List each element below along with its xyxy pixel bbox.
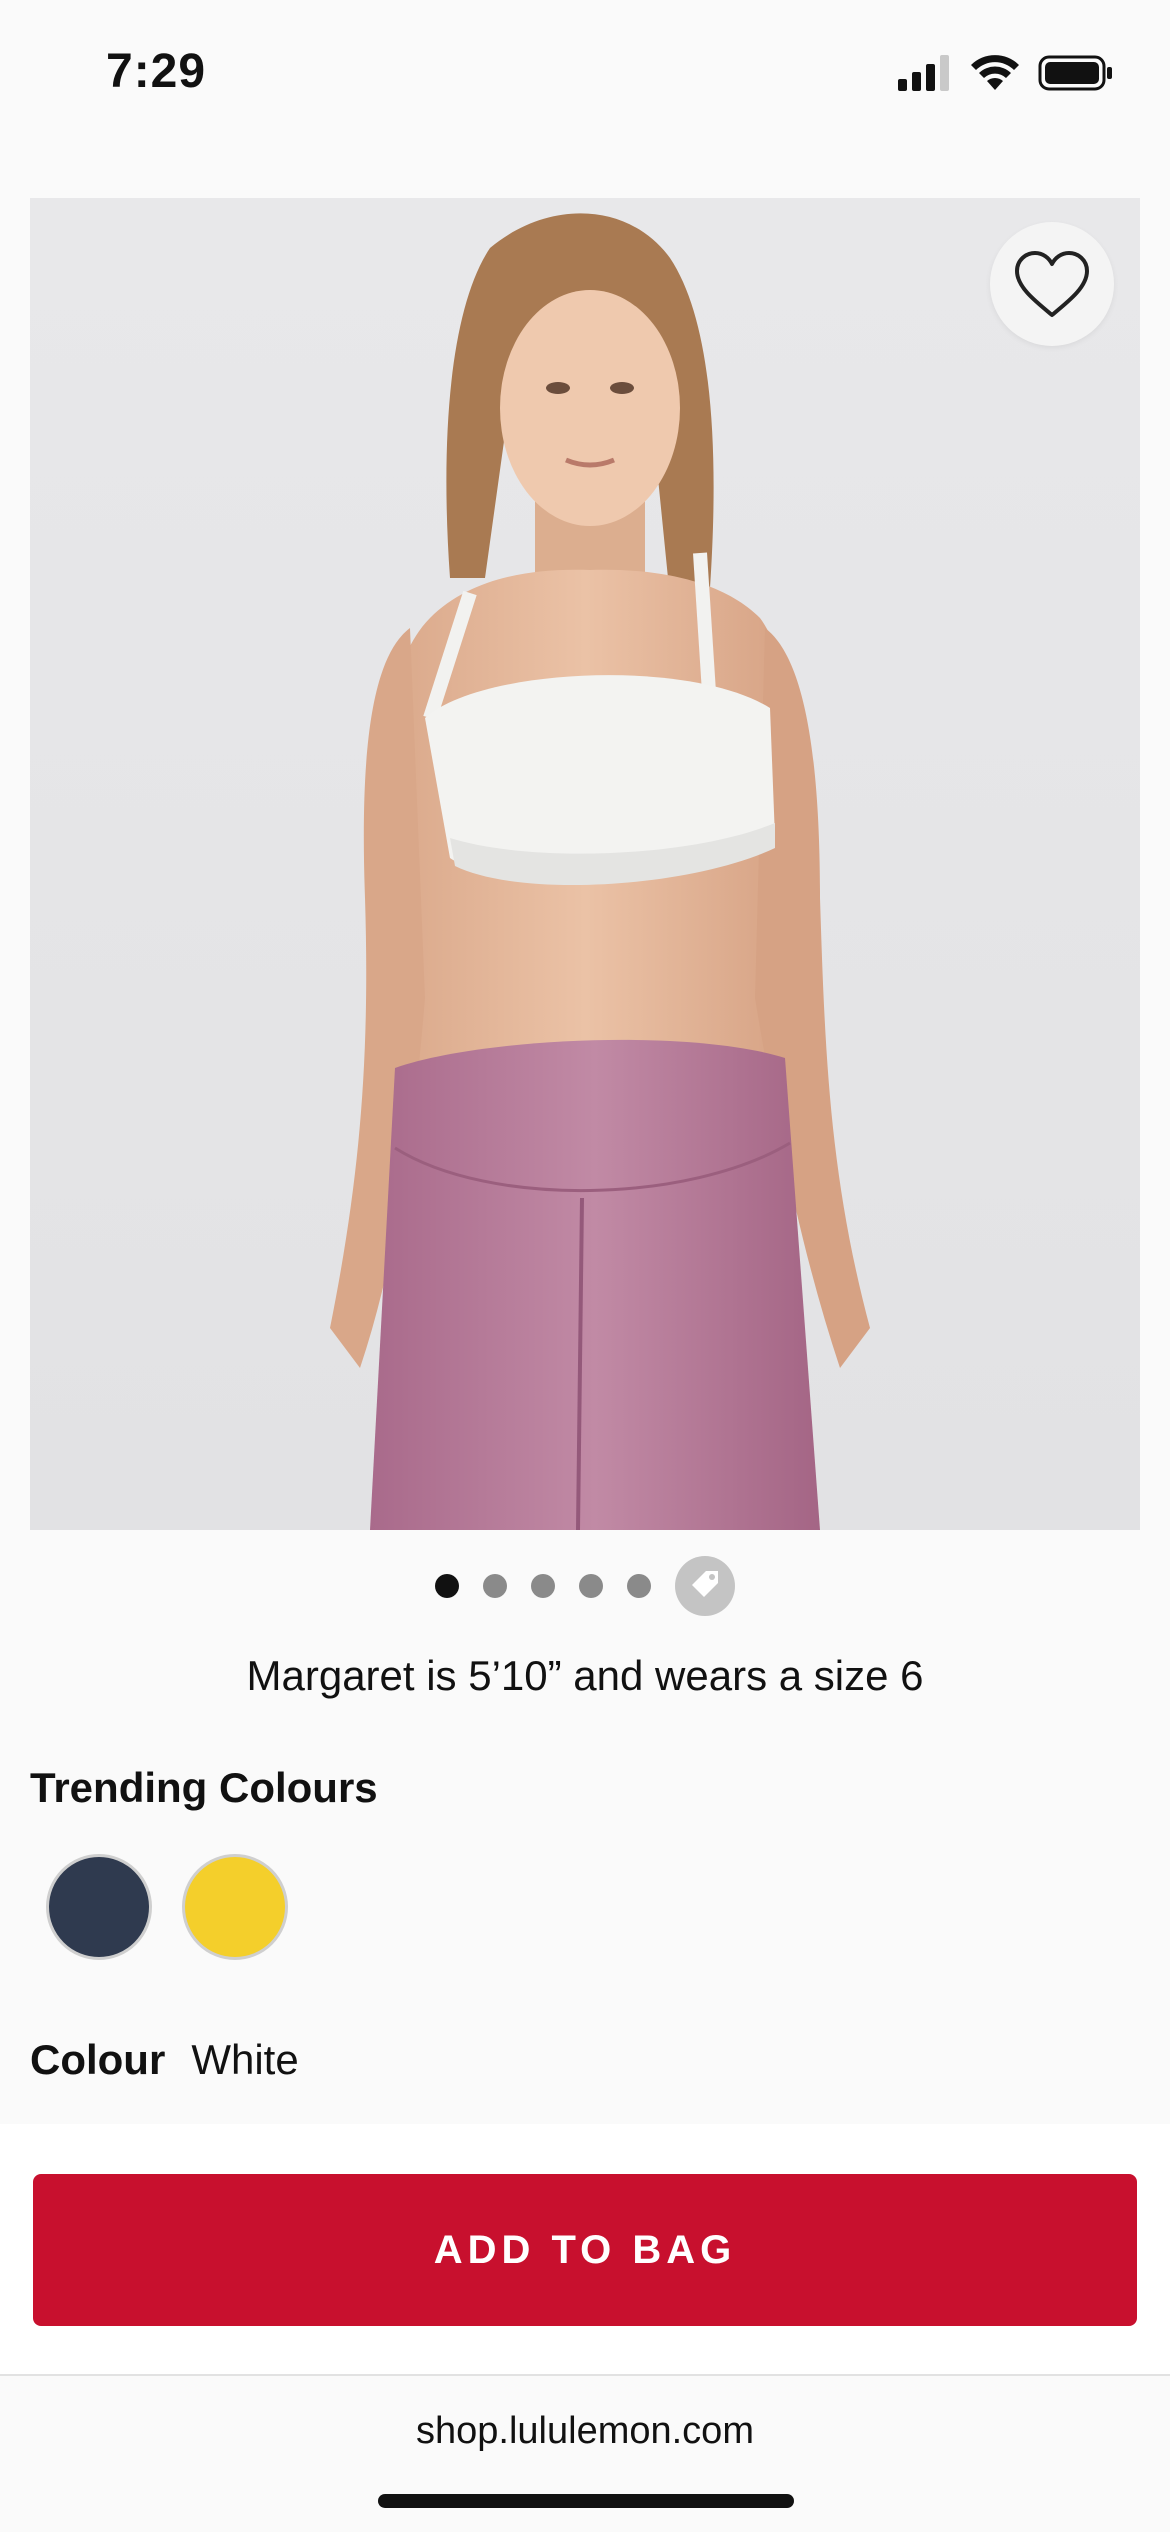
colour-swatch-yellow[interactable]: [182, 1854, 288, 1960]
colour-swatch-navy[interactable]: [46, 1854, 152, 1960]
home-indicator[interactable]: [378, 2494, 794, 2508]
url-address[interactable]: shop.lululemon.com: [0, 2410, 1170, 2453]
pager-dot[interactable]: [483, 1574, 507, 1598]
browser-bottom-bar: shop.lululemon.com: [0, 2376, 1170, 2532]
wifi-icon: [970, 54, 1020, 97]
trending-colours-title: Trending Colours: [30, 1764, 378, 1811]
pager-dot[interactable]: [531, 1574, 555, 1598]
pager-dot[interactable]: [627, 1574, 651, 1598]
trending-colour-swatches: [46, 1854, 288, 1960]
cellular-signal-icon: [898, 55, 952, 96]
model-info-text: Margaret is 5’10” and wears a size 6: [246, 1652, 924, 1699]
product-photo: [30, 198, 1140, 1530]
pager-tag-dot[interactable]: [675, 1556, 735, 1616]
heart-icon: [1013, 249, 1091, 319]
battery-icon: [1038, 54, 1114, 97]
pager-dot[interactable]: [435, 1574, 459, 1598]
colour-label: Colour: [30, 2036, 166, 2083]
colour-value: White: [191, 2036, 299, 2083]
wishlist-button[interactable]: [990, 222, 1114, 346]
purchase-panel: ADD TO BAG: [0, 2124, 1170, 2376]
status-time: 7:29: [106, 45, 207, 98]
status-bar: 7:29: [0, 0, 1170, 150]
price-tag-icon: [688, 1567, 722, 1606]
image-pager: [0, 1556, 1170, 1616]
product-image[interactable]: [30, 198, 1140, 1530]
status-icons: [898, 54, 1114, 97]
add-to-bag-button[interactable]: ADD TO BAG: [33, 2174, 1137, 2326]
selected-colour-row: Colour White: [30, 2036, 299, 2084]
pager-dot[interactable]: [579, 1574, 603, 1598]
